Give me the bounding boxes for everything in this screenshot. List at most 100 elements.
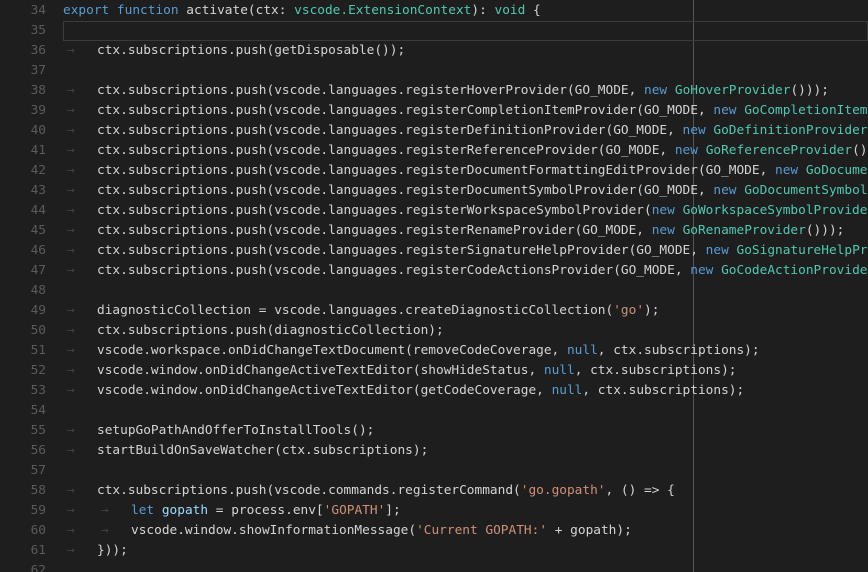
- code-line[interactable]: 43→ctx.subscriptions.push(vscode.languag…: [0, 181, 868, 201]
- tab-whitespace-icon: →: [63, 321, 97, 341]
- code-text: →ctx.subscriptions.push(getDisposable())…: [46, 41, 868, 61]
- code-line[interactable]: 61→}));: [0, 541, 868, 561]
- code-line[interactable]: 60→→vscode.window.showInformationMessage…: [0, 521, 868, 541]
- token-plain: ctx.subscriptions.push(vscode.commands.r…: [97, 483, 521, 498]
- token-plain: [667, 83, 675, 98]
- line-number: 50: [0, 321, 46, 341]
- code-line[interactable]: 34export function activate(ctx: vscode.E…: [0, 1, 868, 21]
- token-kw: null: [552, 383, 583, 398]
- line-number: 44: [0, 201, 46, 221]
- line-number: 41: [0, 141, 46, 161]
- token-plain: vscode.workspace.onDidChangeTextDocument…: [97, 343, 567, 358]
- code-line[interactable]: 36→ctx.subscriptions.push(getDisposable(…: [0, 41, 868, 61]
- code-line[interactable]: 57: [0, 461, 868, 481]
- code-line[interactable]: 46→ctx.subscriptions.push(vscode.languag…: [0, 241, 868, 261]
- line-number: 56: [0, 441, 46, 461]
- code-text: →ctx.subscriptions.push(diagnosticCollec…: [46, 321, 868, 341]
- code-text: [46, 401, 868, 421]
- line-number: 60: [0, 521, 46, 541]
- line-number: 55: [0, 421, 46, 441]
- code-line[interactable]: 52→vscode.window.onDidChangeActiveTextEd…: [0, 361, 868, 381]
- token-str: 'GOPATH': [324, 503, 386, 518]
- tab-whitespace-icon: →: [63, 381, 97, 401]
- code-line[interactable]: 47→ctx.subscriptions.push(vscode.languag…: [0, 261, 868, 281]
- code-line[interactable]: 45→ctx.subscriptions.push(vscode.languag…: [0, 221, 868, 241]
- code-line[interactable]: 51→vscode.workspace.onDidChangeTextDocum…: [0, 341, 868, 361]
- token-type: void: [494, 3, 525, 18]
- token-kw: let: [131, 503, 154, 518]
- code-lines-container: 34export function activate(ctx: vscode.E…: [0, 1, 868, 572]
- token-str: 'go': [613, 303, 644, 318]
- token-plain: {: [525, 3, 540, 18]
- code-text: →}));: [46, 541, 868, 561]
- token-plain: ()));: [852, 143, 868, 158]
- tab-whitespace-icon: →: [63, 521, 97, 541]
- token-kw: new: [775, 163, 798, 178]
- code-line[interactable]: 42→ctx.subscriptions.push(vscode.languag…: [0, 161, 868, 181]
- tab-whitespace-icon: →: [63, 141, 97, 161]
- tab-whitespace-icon: →: [97, 521, 131, 541]
- token-kw: new: [713, 183, 736, 198]
- line-number: 36: [0, 41, 46, 61]
- code-text: [46, 281, 868, 301]
- code-line[interactable]: 37: [0, 61, 868, 81]
- code-text: →diagnosticCollection = vscode.languages…: [46, 301, 868, 321]
- line-number: 38: [0, 81, 46, 101]
- token-plain: [675, 203, 683, 218]
- code-line[interactable]: 38→ctx.subscriptions.push(vscode.languag…: [0, 81, 868, 101]
- code-line[interactable]: 59→→let gopath = process.env['GOPATH'];: [0, 501, 868, 521]
- code-line[interactable]: 49→diagnosticCollection = vscode.languag…: [0, 301, 868, 321]
- tab-whitespace-icon: →: [63, 541, 97, 561]
- line-number: 35: [0, 21, 46, 41]
- line-number: 58: [0, 481, 46, 501]
- token-plain: [154, 503, 162, 518]
- code-text: →ctx.subscriptions.push(vscode.languages…: [46, 101, 868, 121]
- code-line[interactable]: 62: [0, 561, 868, 572]
- token-plain: diagnosticCollection = vscode.languages.…: [97, 303, 613, 318]
- token-plain: [698, 143, 706, 158]
- tab-whitespace-icon: →: [63, 481, 97, 501]
- code-line[interactable]: 44→ctx.subscriptions.push(vscode.languag…: [0, 201, 868, 221]
- code-line[interactable]: 41→ctx.subscriptions.push(vscode.languag…: [0, 141, 868, 161]
- token-plain: [729, 243, 737, 258]
- token-type: GoDocumentSymbolProvider: [744, 183, 868, 198]
- code-line[interactable]: 56→startBuildOnSaveWatcher(ctx.subscript…: [0, 441, 868, 461]
- code-line[interactable]: 40→ctx.subscriptions.push(vscode.languag…: [0, 121, 868, 141]
- tab-whitespace-icon: →: [63, 501, 97, 521]
- code-text: [46, 61, 868, 81]
- code-text: →ctx.subscriptions.push(vscode.languages…: [46, 221, 868, 241]
- code-text: →vscode.workspace.onDidChangeTextDocumen…: [46, 341, 868, 361]
- code-line[interactable]: 50→ctx.subscriptions.push(diagnosticColl…: [0, 321, 868, 341]
- code-line[interactable]: 55→setupGoPathAndOfferToInstallTools();: [0, 421, 868, 441]
- line-number: 42: [0, 161, 46, 181]
- code-line[interactable]: 53→vscode.window.onDidChangeActiveTextEd…: [0, 381, 868, 401]
- line-number: 57: [0, 461, 46, 481]
- code-editor[interactable]: 34export function activate(ctx: vscode.E…: [0, 0, 868, 572]
- code-text: →ctx.subscriptions.push(vscode.languages…: [46, 181, 868, 201]
- token-plain: [675, 223, 683, 238]
- token-plain: ):: [471, 3, 494, 18]
- line-number: 62: [0, 561, 46, 572]
- tab-whitespace-icon: →: [63, 341, 97, 361]
- code-text: export function activate(ctx: vscode.Ext…: [46, 1, 868, 21]
- code-line[interactable]: 58→ctx.subscriptions.push(vscode.command…: [0, 481, 868, 501]
- token-plain: ctx.subscriptions.push(vscode.languages.…: [97, 163, 775, 178]
- tab-whitespace-icon: →: [63, 261, 97, 281]
- code-line[interactable]: 39→ctx.subscriptions.push(vscode.languag…: [0, 101, 868, 121]
- token-plain: ctx.subscriptions.push(vscode.languages.…: [97, 223, 652, 238]
- code-text: →ctx.subscriptions.push(vscode.languages…: [46, 161, 868, 181]
- line-number: 59: [0, 501, 46, 521]
- token-plain: ctx.subscriptions.push(vscode.languages.…: [97, 83, 644, 98]
- code-text: [46, 561, 868, 572]
- line-number: 34: [0, 1, 46, 21]
- code-text: →ctx.subscriptions.push(vscode.commands.…: [46, 481, 868, 501]
- code-text: [46, 461, 868, 481]
- line-number: 47: [0, 261, 46, 281]
- token-plain: ];: [385, 503, 400, 518]
- token-plain: ctx.subscriptions.push(getDisposable());: [97, 43, 405, 58]
- token-plain: , ctx.subscriptions);: [582, 383, 744, 398]
- code-line[interactable]: 48: [0, 281, 868, 301]
- code-text: →vscode.window.onDidChangeActiveTextEdit…: [46, 361, 868, 381]
- code-line[interactable]: 35: [0, 21, 868, 41]
- code-line[interactable]: 54: [0, 401, 868, 421]
